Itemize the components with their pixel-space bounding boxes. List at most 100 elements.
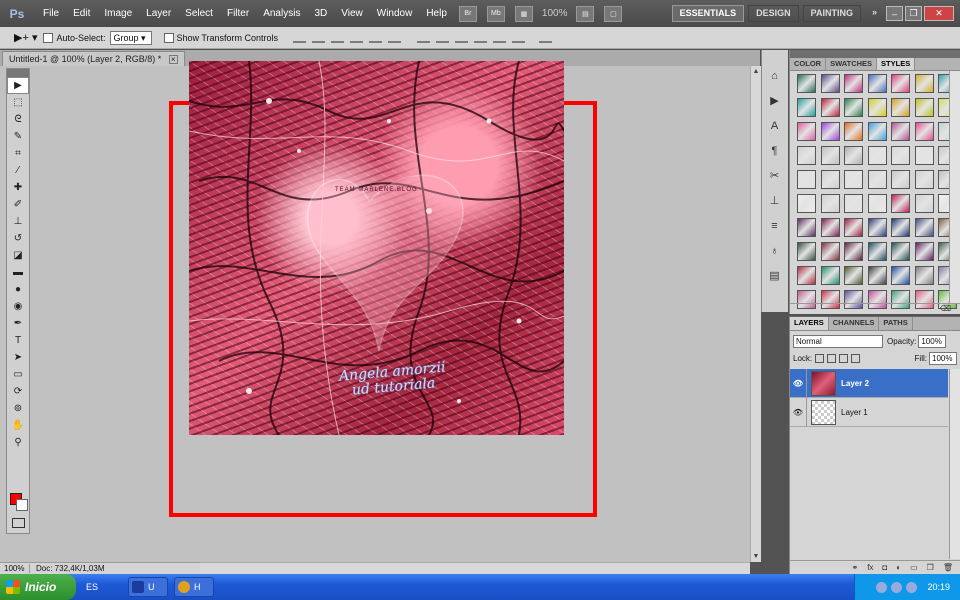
view-extras-button[interactable]: ▦: [514, 5, 533, 22]
style-preset-swatch[interactable]: [891, 194, 910, 213]
3d-orbit-tool-icon[interactable]: ⊚: [7, 400, 29, 417]
zoom-tool-icon[interactable]: ⚲: [7, 434, 29, 451]
style-preset-swatch[interactable]: [891, 146, 910, 165]
style-preset-swatch[interactable]: [844, 242, 863, 261]
style-preset-swatch[interactable]: [844, 98, 863, 117]
style-preset-swatch[interactable]: [820, 146, 840, 165]
more-workspaces-button[interactable]: »: [865, 5, 884, 22]
menu-help[interactable]: Help: [419, 0, 454, 27]
distribute-hcenter-icon[interactable]: [493, 32, 507, 43]
style-preset-swatch[interactable]: [867, 218, 887, 237]
lasso-tool-icon[interactable]: ᘓ: [7, 111, 29, 128]
gradient-tool-icon[interactable]: ▬: [7, 264, 29, 281]
menu-window[interactable]: Window: [370, 0, 420, 27]
crop-tool-icon[interactable]: ⌗: [7, 145, 29, 162]
screen-mode-button[interactable]: ▢: [604, 5, 623, 22]
bridge-button[interactable]: Br: [458, 5, 477, 22]
style-preset-swatch[interactable]: [914, 146, 934, 165]
style-preset-swatch[interactable]: [820, 122, 840, 141]
style-preset-swatch[interactable]: [891, 122, 910, 141]
blur-tool-icon[interactable]: ●: [7, 281, 29, 298]
delete-layer-icon[interactable]: 🗑: [943, 563, 953, 572]
quick-mask-icon[interactable]: [12, 518, 25, 528]
style-preset-swatch[interactable]: [891, 170, 910, 189]
start-button[interactable]: Inicio: [0, 574, 76, 600]
tab-channels[interactable]: CHANNELS: [829, 317, 880, 330]
actions-panel-icon[interactable]: ▶: [762, 89, 787, 112]
tab-color[interactable]: COLOR: [790, 58, 827, 70]
pen-tool-icon[interactable]: ✒: [7, 315, 29, 332]
menu-filter[interactable]: Filter: [220, 0, 256, 27]
masks-panel-icon[interactable]: ♁: [762, 239, 787, 262]
close-window-button[interactable]: ✕: [924, 6, 954, 21]
align-hcenter-icon[interactable]: [369, 32, 383, 43]
workspace-painting[interactable]: PAINTING: [802, 5, 861, 22]
style-preset-swatch[interactable]: [797, 242, 816, 261]
styles-panel-header[interactable]: [790, 50, 960, 58]
minimize-button[interactable]: –: [886, 6, 903, 21]
tab-swatches[interactable]: SWATCHES: [826, 58, 878, 70]
path-selection-tool-icon[interactable]: ➤: [7, 349, 29, 366]
mini-bridge-button[interactable]: Mb: [486, 5, 505, 22]
close-document-icon[interactable]: ×: [168, 55, 178, 64]
style-preset-swatch[interactable]: [797, 146, 816, 165]
3d-rotate-tool-icon[interactable]: ⟳: [7, 383, 29, 400]
adjustment-layer-icon[interactable]: ◐: [896, 563, 901, 572]
move-tool-preset-icon[interactable]: ▶+ ▾: [14, 31, 37, 44]
adjustments-panel-icon[interactable]: ≡: [762, 214, 787, 237]
brush-tool-icon[interactable]: ✐: [7, 196, 29, 213]
quick-select-tool-icon[interactable]: ✎: [7, 128, 29, 145]
style-preset-swatch[interactable]: [820, 74, 840, 93]
scroll-up-arrow-icon[interactable]: ▲: [751, 66, 761, 77]
style-preset-swatch[interactable]: [914, 98, 934, 117]
hand-tool-icon[interactable]: ✋: [7, 417, 29, 434]
opacity-field[interactable]: 100%: [918, 335, 947, 348]
clone-stamp-tool-icon[interactable]: ⊥: [7, 213, 29, 230]
tray-volume-icon[interactable]: [906, 581, 918, 593]
style-preset-swatch[interactable]: [820, 98, 840, 117]
status-doc-info[interactable]: Doc: 732,4K/1,03M: [30, 564, 104, 573]
taskbar-item-photoshop[interactable]: U: [128, 577, 168, 597]
visibility-eye-icon[interactable]: 👁: [790, 397, 807, 427]
style-preset-swatch[interactable]: [867, 98, 887, 117]
style-preset-swatch[interactable]: [797, 74, 816, 93]
style-preset-swatch[interactable]: [797, 266, 816, 285]
distribute-right-icon[interactable]: [512, 32, 526, 43]
style-preset-swatch[interactable]: [914, 74, 934, 93]
history-panel-icon[interactable]: ⌂: [762, 64, 787, 87]
eyedropper-tool-icon[interactable]: ⁄: [7, 162, 29, 179]
lock-all-icon[interactable]: [851, 354, 861, 363]
style-preset-swatch[interactable]: [867, 122, 887, 141]
history-brush-tool-icon[interactable]: ↺: [7, 230, 29, 247]
dodge-tool-icon[interactable]: ◉: [7, 298, 29, 315]
style-preset-swatch[interactable]: [797, 218, 816, 237]
eraser-tool-icon[interactable]: ◪: [7, 247, 29, 264]
style-preset-swatch[interactable]: [891, 242, 910, 261]
style-preset-swatch[interactable]: [891, 74, 910, 93]
menu-select[interactable]: Select: [178, 0, 220, 27]
style-preset-swatch[interactable]: [867, 146, 887, 165]
move-tool-icon[interactable]: ▶: [7, 77, 29, 94]
align-vcenter-icon[interactable]: [312, 32, 326, 43]
menu-layer[interactable]: Layer: [139, 0, 178, 27]
tab-paths[interactable]: PATHS: [879, 317, 913, 330]
style-preset-swatch[interactable]: [867, 242, 887, 261]
layers-scrollbar[interactable]: [949, 369, 960, 559]
auto-select-checkbox[interactable]: [43, 32, 54, 43]
style-preset-swatch[interactable]: [797, 194, 816, 213]
type-tool-icon[interactable]: T: [7, 332, 29, 349]
tray-network-icon[interactable]: [876, 581, 888, 593]
style-preset-swatch[interactable]: [820, 218, 840, 237]
healing-brush-tool-icon[interactable]: ✚: [7, 179, 29, 196]
workspace-essentials[interactable]: ESSENTIALS: [671, 5, 745, 22]
menu-analysis[interactable]: Analysis: [256, 0, 307, 27]
lock-position-icon[interactable]: [839, 354, 849, 363]
align-right-icon[interactable]: [388, 32, 402, 43]
style-preset-swatch[interactable]: [820, 266, 840, 285]
layer-style-icon[interactable]: fx: [867, 563, 873, 572]
distribute-vcenter-icon[interactable]: [436, 32, 450, 43]
distribute-top-icon[interactable]: [417, 32, 431, 43]
lock-image-icon[interactable]: [827, 354, 837, 363]
style-preset-swatch[interactable]: [820, 194, 840, 213]
style-preset-swatch[interactable]: [844, 170, 863, 189]
